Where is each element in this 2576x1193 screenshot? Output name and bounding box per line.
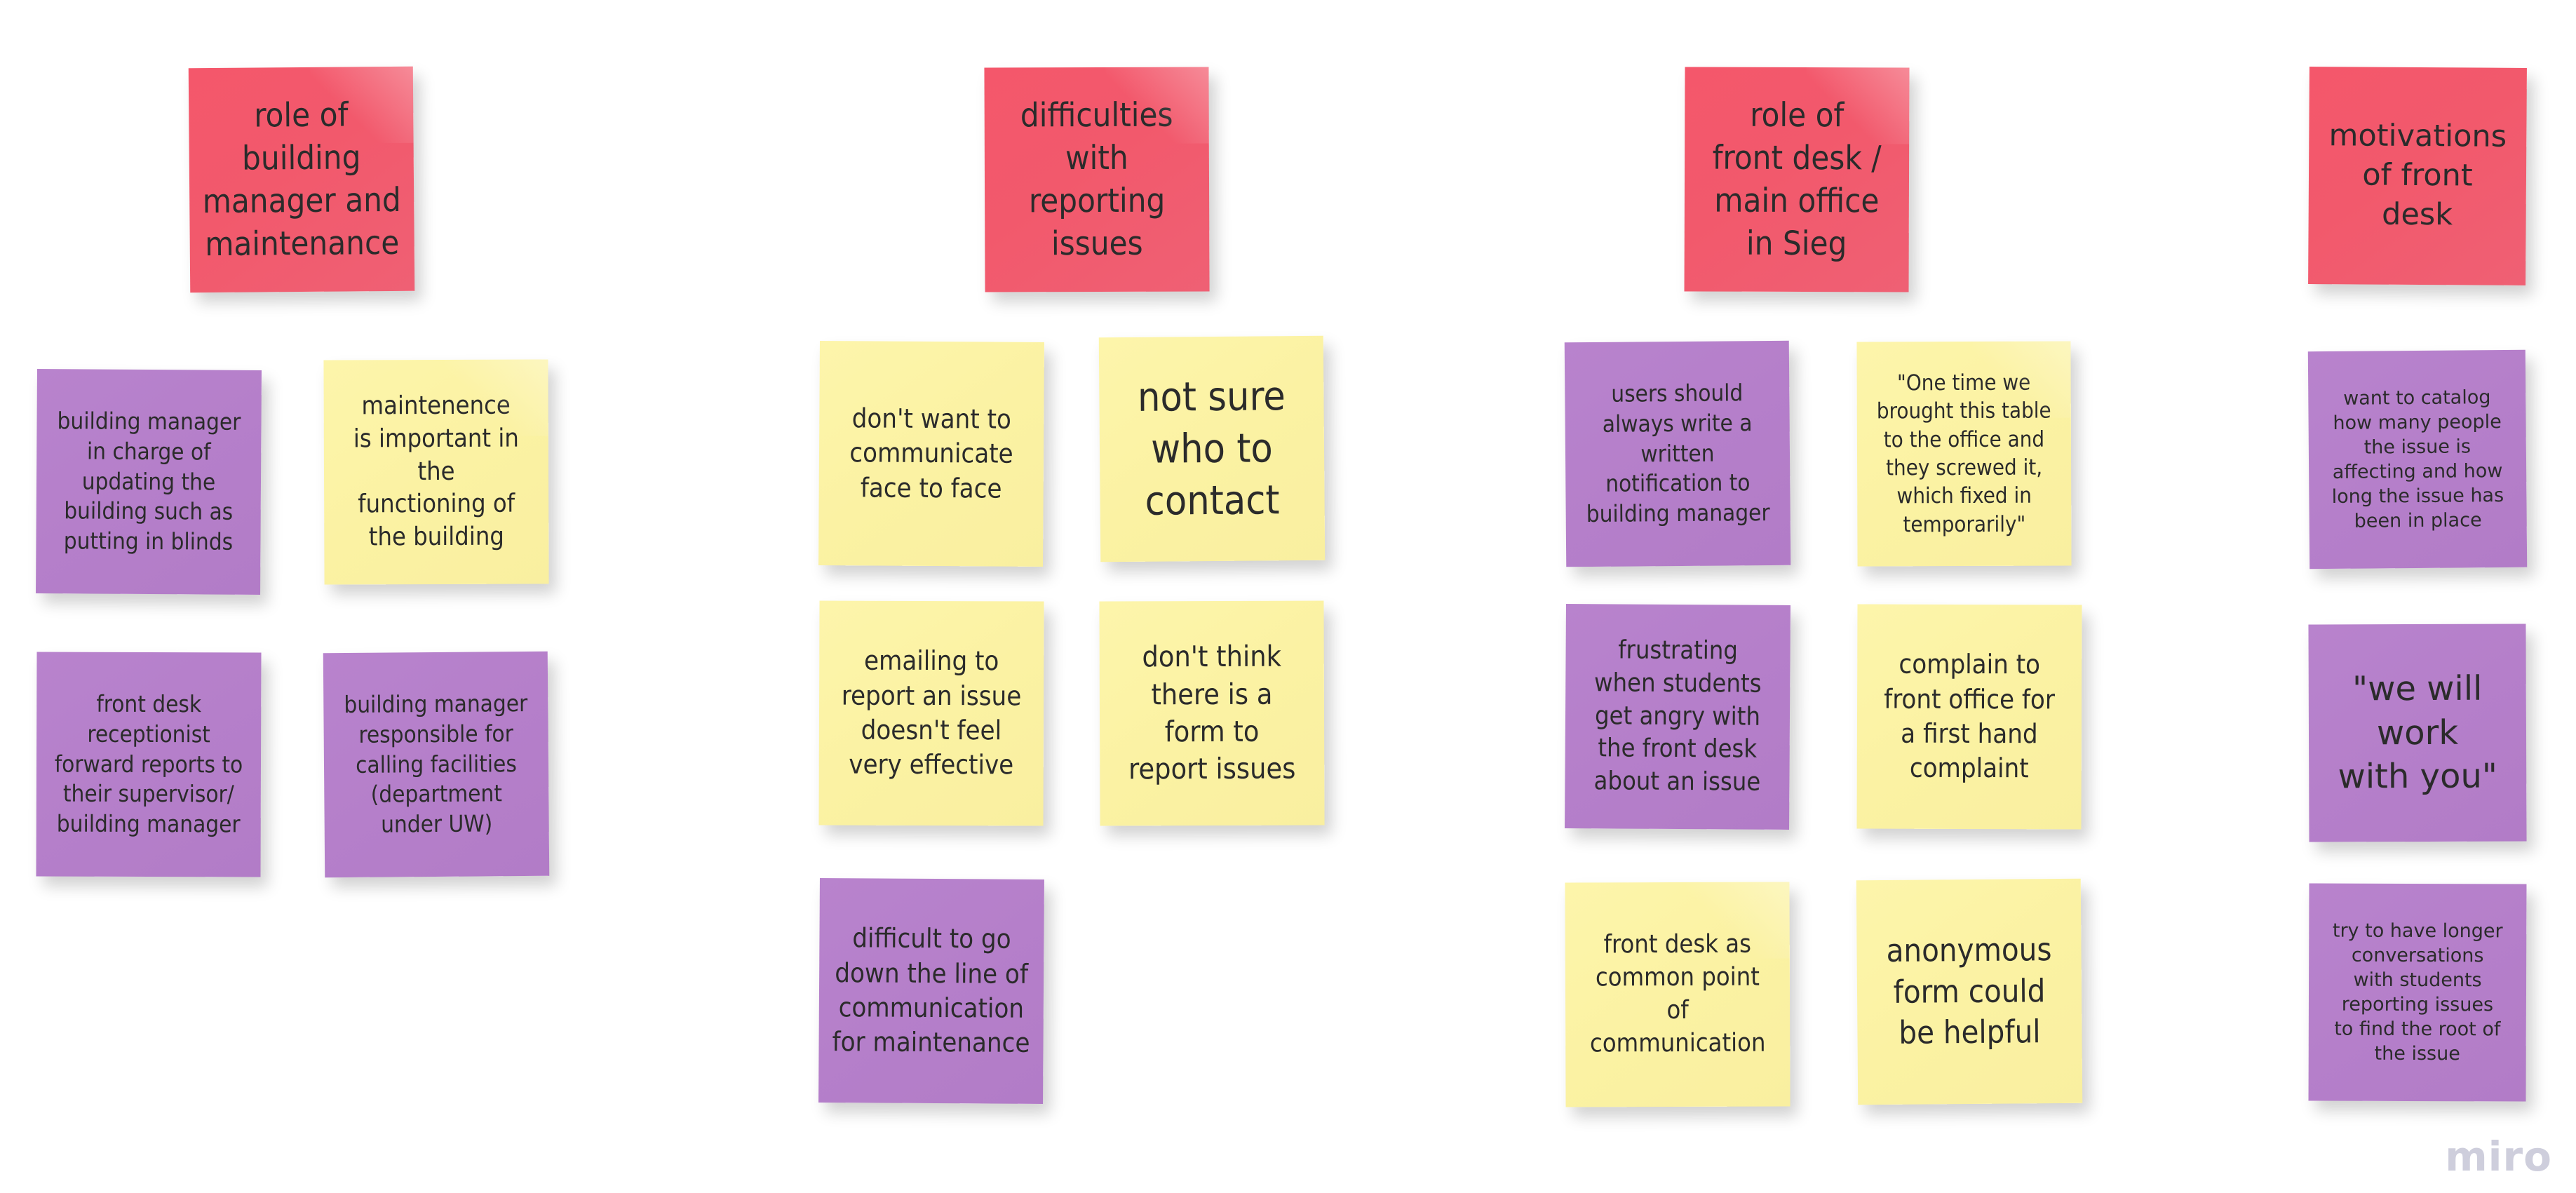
sticky-note-column-4-item-3[interactable]: try to have longer conversations with st… [2308, 883, 2527, 1102]
sticky-note-header-column-4[interactable]: motivations of front desk [2308, 67, 2527, 285]
sticky-note-column-1-item-3[interactable]: front desk receptionist forward reports … [36, 652, 262, 877]
sticky-note-column-3-item-3[interactable]: frustrating when students get angry with… [1565, 604, 1791, 830]
sticky-note-column-2-item-2[interactable]: not sure who to contact [1098, 335, 1326, 562]
miro-board-canvas[interactable]: role of building manager and maintenance… [0, 0, 2576, 1193]
sticky-note-column-1-item-2[interactable]: maintenence is important in the function… [323, 359, 549, 585]
sticky-note-column-3-item-4[interactable]: complain to front office for a first han… [1856, 604, 2082, 830]
sticky-note-column-3-item-6[interactable]: anonymous form could be helpful [1856, 878, 2083, 1105]
sticky-note-column-2-item-5[interactable]: difficult to go down the line of communi… [818, 878, 1044, 1104]
sticky-note-column-1-item-4[interactable]: building manager responsible for calling… [323, 651, 550, 878]
sticky-note-column-4-item-1[interactable]: want to catalog how many people the issu… [2307, 349, 2528, 569]
sticky-note-column-3-item-5[interactable]: front desk as common point of communicat… [1565, 882, 1791, 1107]
sticky-note-column-4-item-2[interactable]: "we will work with you" [2308, 624, 2527, 842]
sticky-note-column-2-item-1[interactable]: don't want to communicate face to face [818, 341, 1044, 567]
sticky-note-column-3-item-1[interactable]: users should always write a written noti… [1564, 340, 1791, 567]
sticky-note-column-1-item-1[interactable]: building manager in charge of updating t… [36, 369, 262, 595]
miro-watermark: miro [2445, 1133, 2552, 1180]
sticky-note-header-column-2[interactable]: difficulties with reporting issues [984, 67, 1210, 292]
sticky-note-column-2-item-4[interactable]: don't think there is a form to report is… [1099, 600, 1325, 826]
sticky-note-column-2-item-3[interactable]: emailing to report an issue doesn't feel… [818, 600, 1044, 826]
sticky-note-header-column-1[interactable]: role of building manager and maintenance [188, 66, 415, 293]
sticky-note-column-3-item-2[interactable]: "One time we brought this table to the o… [1856, 341, 2072, 567]
sticky-note-header-column-3[interactable]: role of front desk / main office in Sieg [1684, 67, 1910, 292]
